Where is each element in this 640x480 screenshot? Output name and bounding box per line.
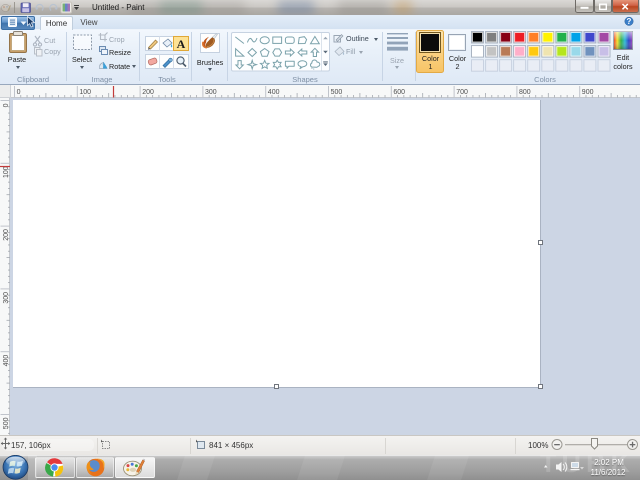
svg-text:?: ? — [627, 17, 632, 26]
svg-text:400: 400 — [268, 89, 280, 96]
svg-text:0: 0 — [17, 89, 21, 96]
svg-text:0: 0 — [3, 103, 10, 107]
svg-text:700: 700 — [456, 89, 468, 96]
svg-text:300: 300 — [205, 89, 217, 96]
svg-text:100: 100 — [3, 166, 10, 178]
svg-text:800: 800 — [519, 89, 531, 96]
svg-text:600: 600 — [393, 89, 405, 96]
svg-text:500: 500 — [3, 417, 10, 429]
svg-text:500: 500 — [331, 89, 343, 96]
svg-text:400: 400 — [3, 355, 10, 367]
svg-text:100: 100 — [79, 89, 91, 96]
svg-text:300: 300 — [3, 292, 10, 304]
svg-text:A: A — [177, 37, 186, 51]
svg-text:900: 900 — [582, 89, 594, 96]
svg-text:200: 200 — [3, 229, 10, 241]
svg-text:200: 200 — [142, 89, 154, 96]
